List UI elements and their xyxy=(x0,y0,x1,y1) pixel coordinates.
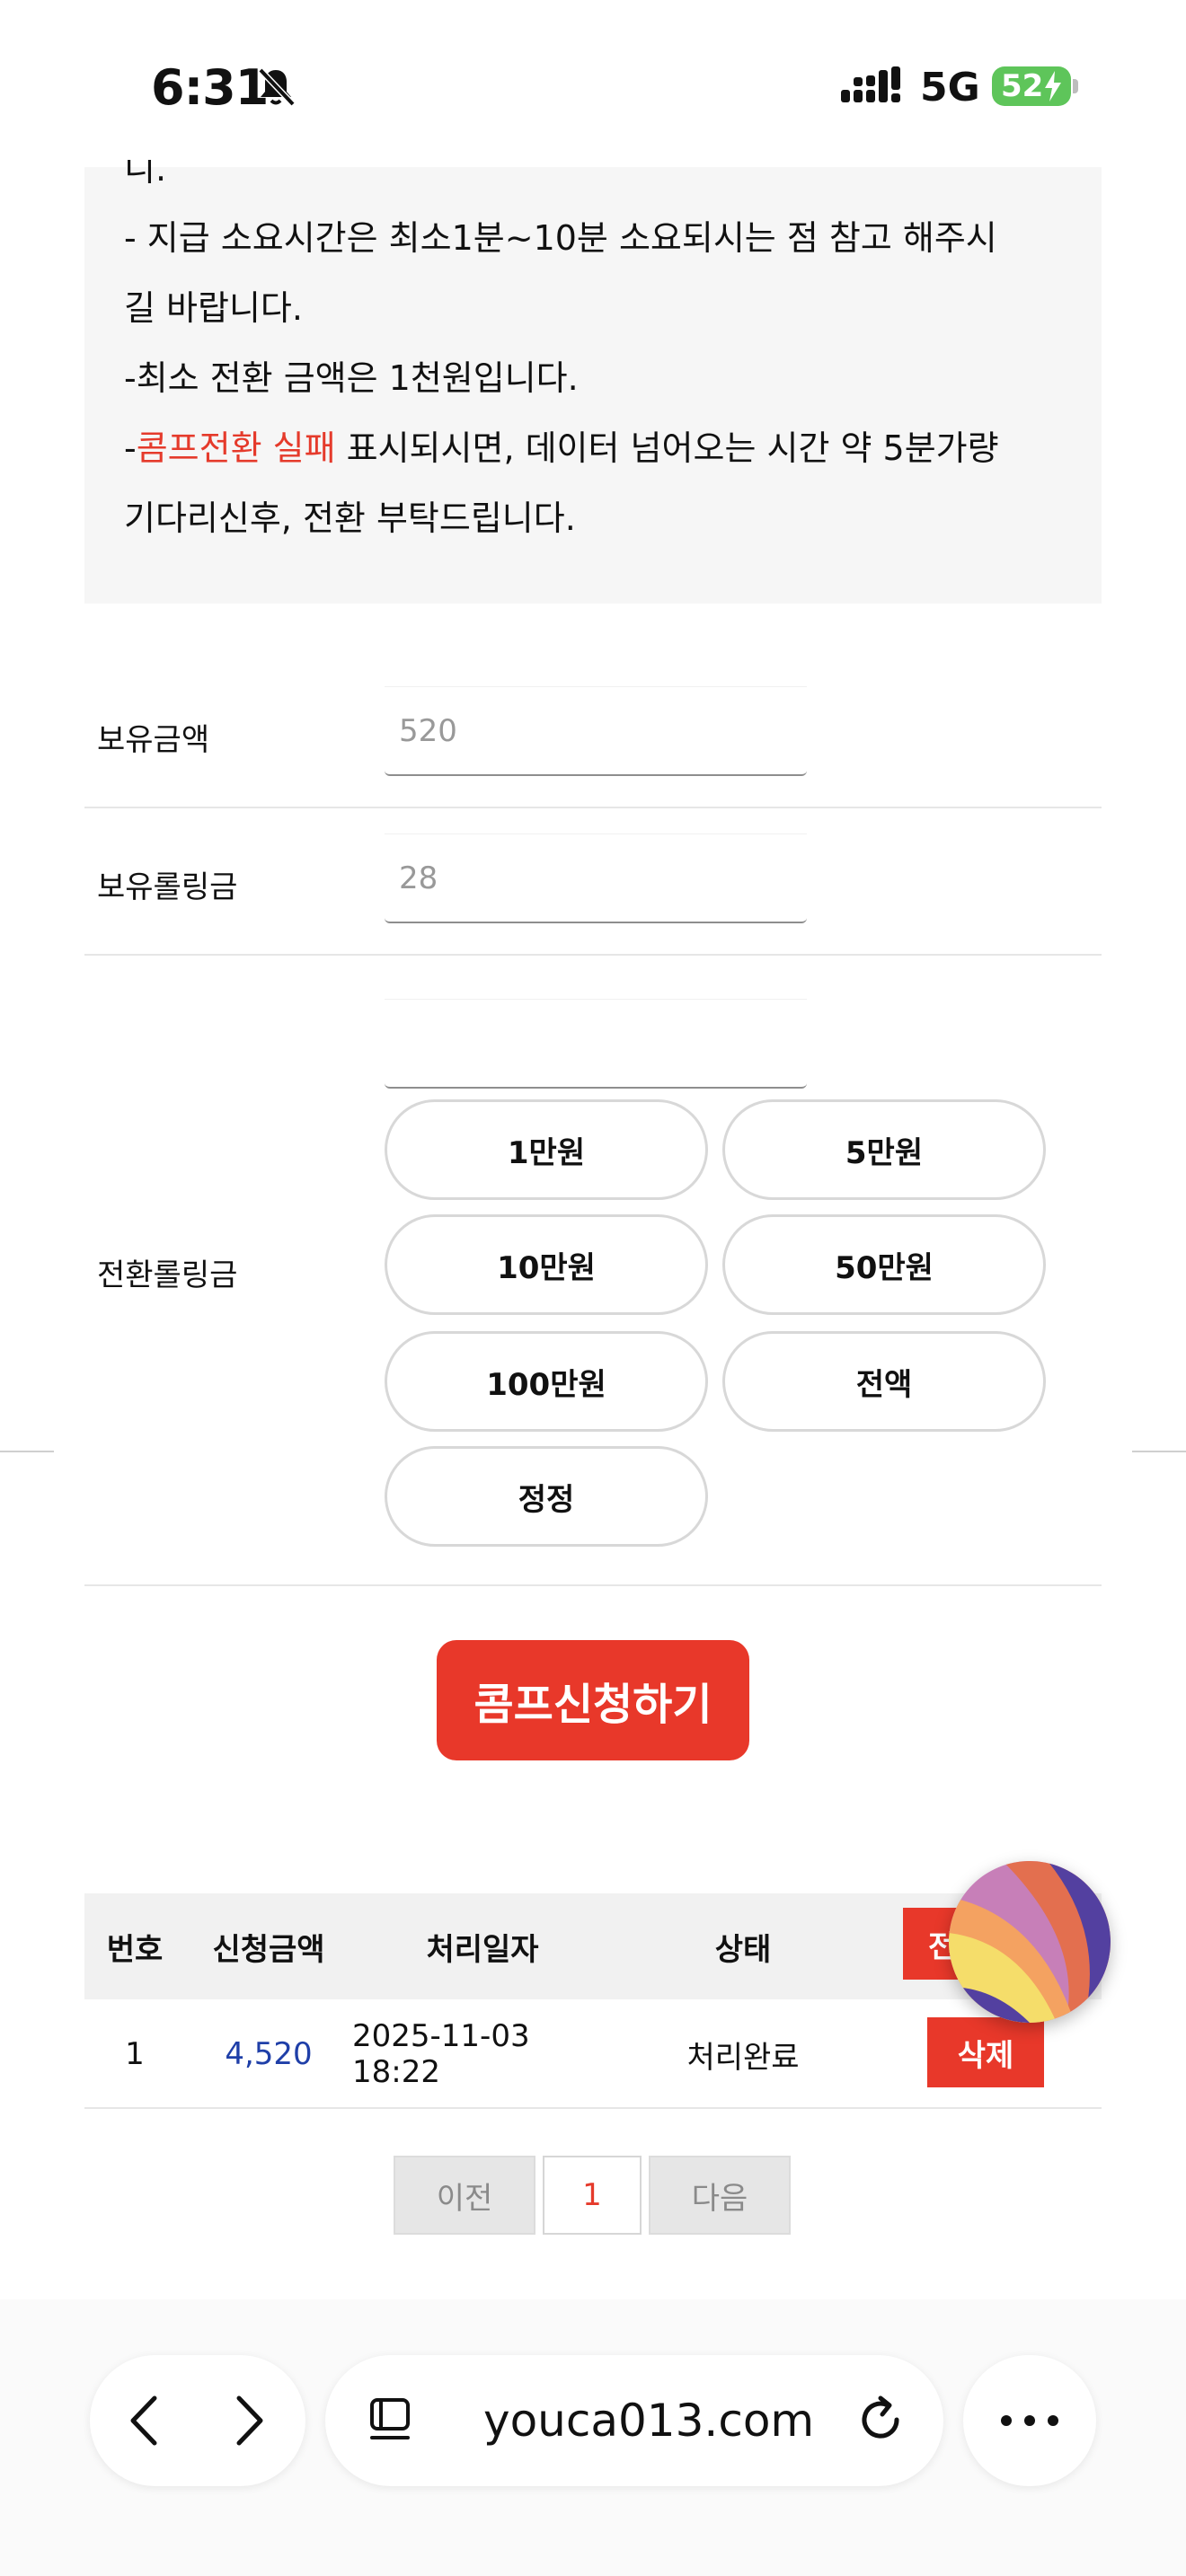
notice-line-4-prefix: - xyxy=(124,428,137,468)
rolling-row: 보유롤링금 28 xyxy=(84,834,1102,956)
notice-cut-line: 니. xyxy=(124,160,167,183)
pagination-next-button[interactable]: 다음 xyxy=(649,2156,791,2235)
reload-icon[interactable] xyxy=(855,2395,907,2447)
side-divider-left xyxy=(0,1451,54,1452)
notice-line-3: -최소 전환 금액은 1천원입니다. xyxy=(124,358,579,398)
amount-100k-button[interactable]: 10만원 xyxy=(385,1214,708,1315)
side-divider-right xyxy=(1132,1451,1186,1452)
row-delete-button[interactable]: 삭제 xyxy=(927,2017,1044,2087)
address-bar[interactable]: youca013.com xyxy=(325,2355,943,2486)
pagination-prev-button[interactable]: 이전 xyxy=(394,2156,535,2235)
battery-cap xyxy=(1073,79,1078,93)
notice-line-2: 길 바랍니다. xyxy=(124,288,303,328)
amount-500k-button[interactable]: 50만원 xyxy=(722,1214,1046,1315)
amount-reset-button[interactable]: 정정 xyxy=(385,1446,708,1547)
convert-rolling-input[interactable] xyxy=(385,999,807,1089)
balance-row: 보유금액 520 xyxy=(84,684,1102,808)
rolling-label: 보유롤링금 xyxy=(97,869,238,905)
amount-50k-button[interactable]: 5만원 xyxy=(722,1099,1046,1200)
network-label: 5G xyxy=(920,65,980,110)
row-amount: 4,520 xyxy=(225,2036,313,2072)
battery-level: 52 xyxy=(1001,68,1044,104)
more-menu-button[interactable] xyxy=(963,2355,1096,2486)
floating-chat-avatar[interactable] xyxy=(949,1861,1111,2023)
notice-line-5: 기다리신후, 전환 부탁드립니다. xyxy=(124,498,576,538)
row-date: 2025-11-03 18:22 xyxy=(352,2018,530,2090)
row-status: 처리완료 xyxy=(686,2039,800,2076)
reader-page-icon[interactable] xyxy=(368,2396,412,2445)
convert-rolling-row: 전환롤링금 1만원 5만원 10만원 50만원 100만원 전액 정정 xyxy=(84,970,1102,1586)
amount-1m-button[interactable]: 100만원 xyxy=(385,1331,708,1432)
status-time: 6:31 xyxy=(151,59,269,116)
row-number: 1 xyxy=(125,2036,145,2072)
pagination-page-1[interactable]: 1 xyxy=(543,2156,642,2235)
browser-toolbar: youca013.com xyxy=(0,2299,1186,2576)
notice-line-4-rest: 표시되시면, 데이터 넘어오는 시간 약 5분가량 xyxy=(335,428,999,468)
amount-10k-button[interactable]: 1만원 xyxy=(385,1099,708,1200)
notice-failure-highlight: 콤프전환 실패 xyxy=(136,428,336,468)
avatar-art-icon xyxy=(949,1861,1111,2023)
status-bar: 6:31 5G 52 xyxy=(0,0,1186,167)
url-text[interactable]: youca013.com xyxy=(483,2355,814,2486)
balance-label: 보유금액 xyxy=(97,722,210,758)
more-dots-icon xyxy=(1001,2415,1058,2426)
notice-line-4: -콤프전환 실패 표시되시면, 데이터 넘어오는 시간 약 5분가량 xyxy=(124,420,999,470)
battery-indicator: 52 xyxy=(992,66,1071,106)
amount-all-button[interactable]: 전액 xyxy=(722,1331,1046,1432)
charging-icon xyxy=(1045,71,1062,101)
notice-line-1: - 지급 소요시간은 최소1분~10분 소요되시는 점 참고 해주시 xyxy=(124,218,997,258)
balance-input[interactable]: 520 xyxy=(385,686,807,776)
forward-arrow-icon[interactable] xyxy=(230,2395,270,2447)
header-status: 상태 xyxy=(714,1931,772,1968)
signal-icon xyxy=(841,66,900,102)
comp-apply-button[interactable]: 콤프신청하기 xyxy=(437,1640,749,1760)
back-arrow-icon[interactable] xyxy=(124,2395,164,2447)
rolling-input[interactable]: 28 xyxy=(385,834,807,923)
browser-nav-group xyxy=(90,2355,305,2486)
header-number: 번호 xyxy=(106,1931,164,1968)
notice-panel: 니. - 지급 소요시간은 최소1분~10분 소요되시는 점 참고 해주시 길 … xyxy=(84,160,1102,604)
convert-rolling-label: 전환롤링금 xyxy=(97,1257,238,1293)
header-amount: 신청금액 xyxy=(212,1931,325,1968)
bell-muted-icon xyxy=(258,67,296,107)
header-date: 처리일자 xyxy=(426,1931,539,1968)
